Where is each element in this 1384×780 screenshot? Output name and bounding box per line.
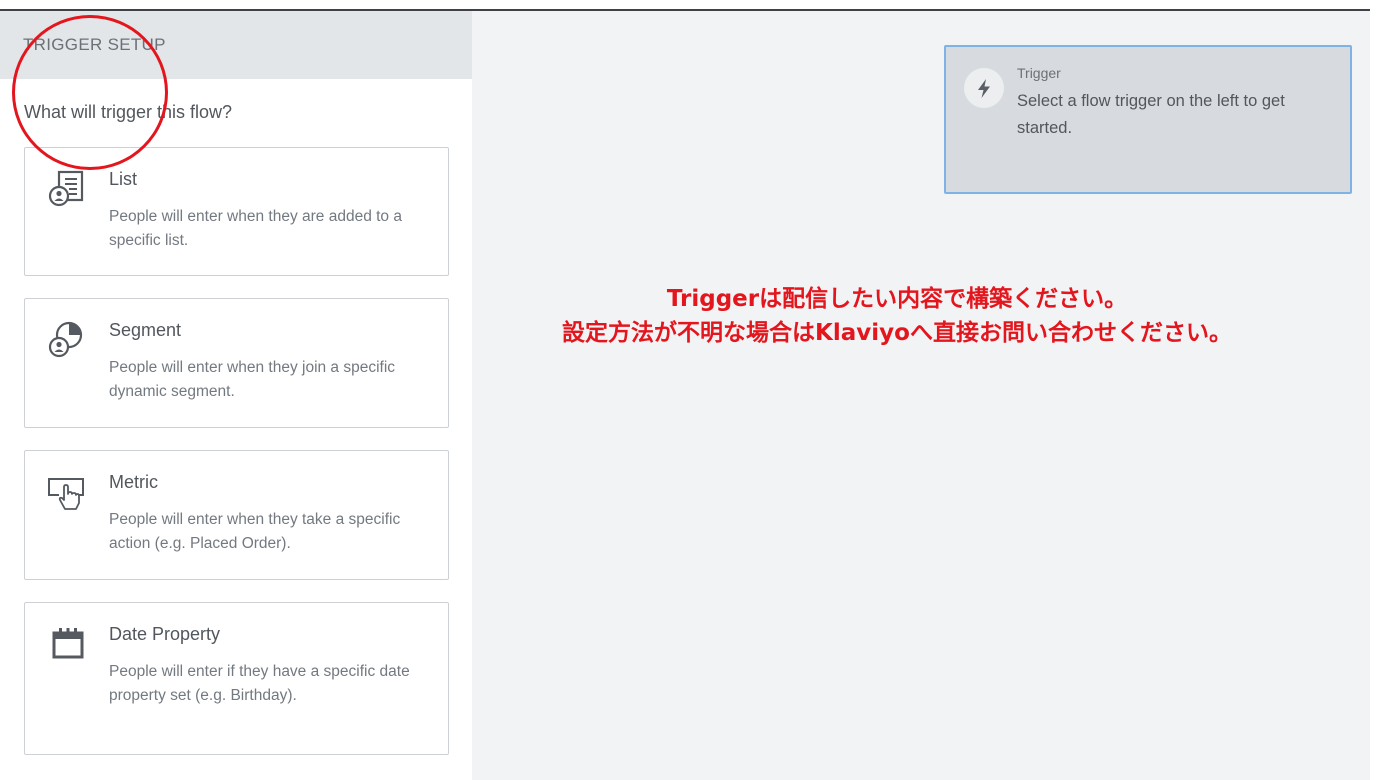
trigger-node-icon-badge	[964, 68, 1004, 108]
annotation-note: Triggerは配信したい内容で構築ください。 設定方法が不明な場合はKlavi…	[480, 282, 1314, 350]
card-description: People will enter when they are added to…	[109, 208, 402, 249]
annotation-line-2: 設定方法が不明な場合はKlaviyoへ直接お問い合わせください。	[562, 320, 1232, 346]
card-title: List	[109, 169, 138, 189]
lightning-icon	[978, 79, 990, 98]
list-icon	[48, 170, 84, 207]
trigger-option-metric[interactable]: Metric People will enter when they take …	[24, 450, 449, 580]
trigger-node[interactable]: Trigger Select a flow trigger on the lef…	[944, 45, 1352, 194]
card-title: Metric	[109, 472, 158, 492]
card-title: Date Property	[109, 624, 221, 644]
annotation-line-1: Triggerは配信したい内容で構築ください。	[666, 286, 1128, 312]
card-description: People will enter when they take a speci…	[109, 511, 401, 552]
trigger-option-date-property[interactable]: Date Property People will enter if they …	[24, 602, 449, 755]
card-description: People will enter when they join a speci…	[109, 359, 396, 400]
trigger-node-text: Select a flow trigger on the left to get…	[1017, 92, 1285, 137]
card-description: People will enter if they have a specifi…	[109, 663, 410, 704]
trigger-option-segment[interactable]: Segment People will enter when they join…	[24, 298, 449, 428]
card-title: Segment	[109, 320, 182, 340]
highlight-circle	[12, 15, 168, 170]
calendar-icon	[52, 628, 84, 659]
segment-icon	[48, 321, 83, 358]
trigger-node-label: Trigger	[1017, 65, 1061, 81]
metric-icon	[48, 478, 84, 510]
